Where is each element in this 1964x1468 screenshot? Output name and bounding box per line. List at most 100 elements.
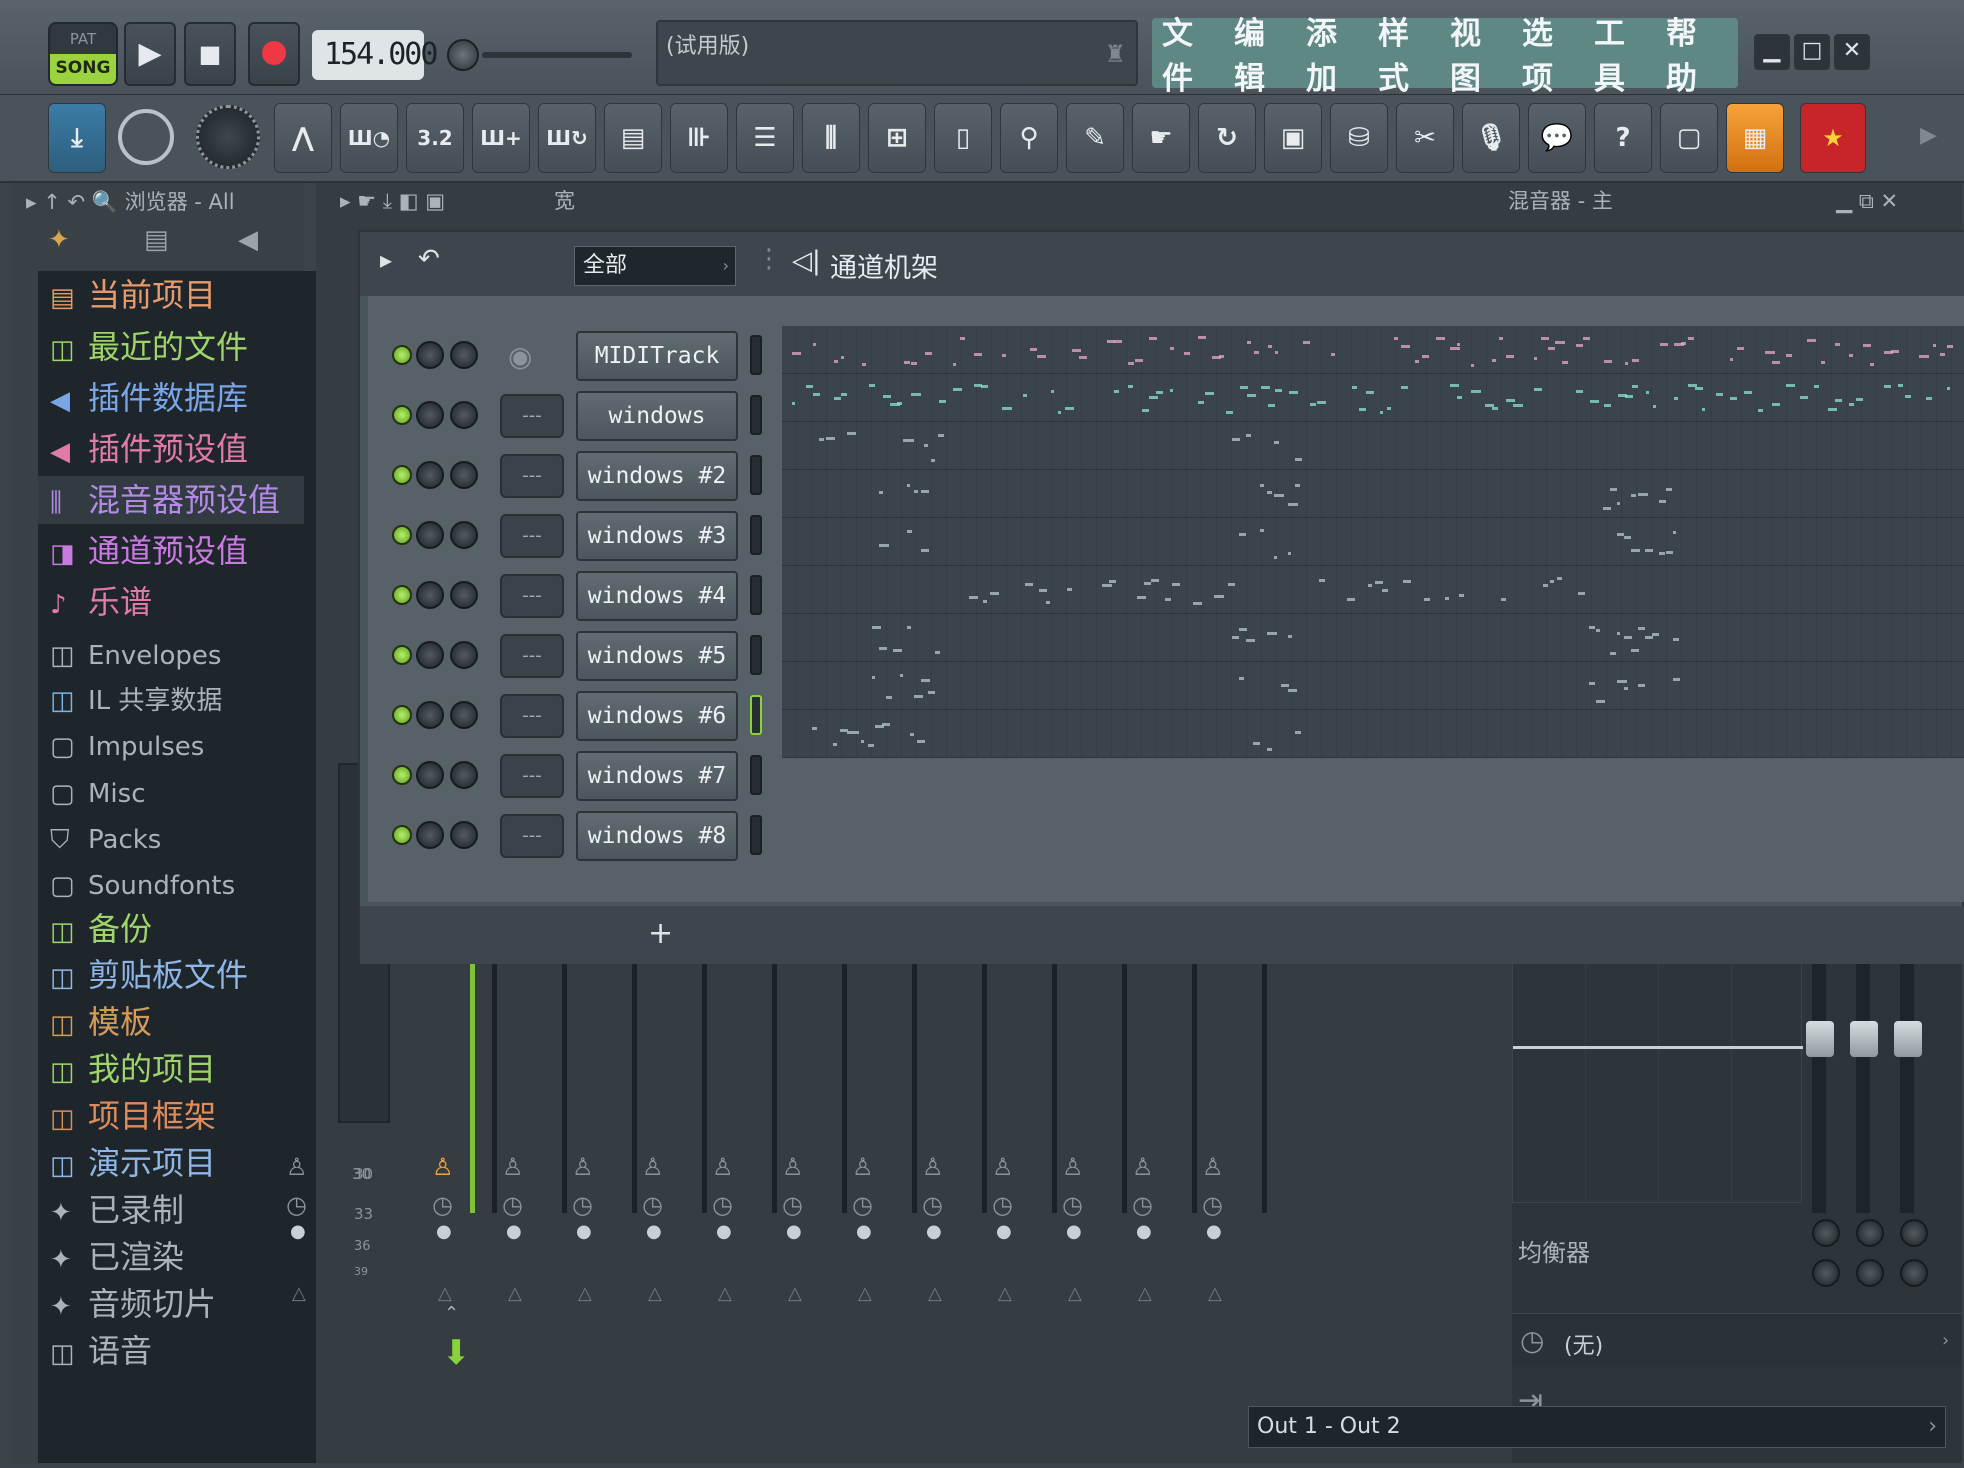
metronome-button[interactable]: ⋀ [274,103,332,173]
piano-roll-button[interactable]: ⊪ [670,103,728,173]
playlist-button[interactable]: ▤ [604,103,662,173]
main-volume-knob[interactable] [196,105,260,169]
minimize-button[interactable]: ▁ [1754,34,1790,70]
channel-mute-led[interactable] [392,465,412,485]
browser-item[interactable]: ✦ 音频切片 [50,1280,216,1328]
eq-band-fader-2[interactable] [1856,953,1870,1213]
channel-note-preview-row[interactable] [782,326,1964,374]
mixer-send-arrow-icon[interactable]: △ [438,1283,452,1304]
mixer-send-arrow-icon[interactable]: △ [292,1283,306,1304]
mixer-send-arrow-icon[interactable]: △ [578,1283,592,1304]
mixer-fader-track[interactable] [1262,963,1267,1213]
clock-icon[interactable]: ◷ [922,1191,943,1219]
mixer-send-arrow-icon[interactable]: △ [1208,1283,1222,1304]
browser-item[interactable]: ◫ Envelopes [50,629,221,677]
mixer-track-strip[interactable]: ♙ ◷ ● △ [502,963,572,1363]
mixer-enable-icon[interactable]: ♙ [642,1153,664,1181]
channel-piano-roll-preview[interactable] [782,326,1964,758]
chat-button[interactable]: 💬 [1528,103,1586,173]
menu-patterns[interactable]: 样式 [1378,8,1432,98]
browser-item[interactable]: ⛉ Packs [50,813,161,861]
eq-fader-handle[interactable] [1850,1021,1878,1057]
plugin-picker-button[interactable]: ⊞ [868,103,926,173]
channel-volume-knob[interactable] [450,461,478,489]
channel-mute-led[interactable] [392,645,412,665]
channel-pan-knob[interactable] [416,761,444,789]
undo-icon[interactable]: ↶ [418,244,440,274]
rack-options-icon[interactable]: ▸ [380,246,392,274]
mixer-send-arrow-icon[interactable]: △ [858,1283,872,1304]
browser-item[interactable]: ◨ 通道预设值 [50,527,248,575]
mixer-track-strip[interactable]: ♙ ◷ ● △ [992,963,1062,1363]
mixer-send-arrow-icon[interactable]: △ [648,1283,662,1304]
eq-mid-knob[interactable] [1856,1219,1884,1247]
window-button[interactable]: ▢ [1660,103,1718,173]
clock-icon[interactable]: ◷ [992,1191,1013,1219]
mixer-fader-track[interactable] [1122,963,1127,1213]
mixer-track-strip[interactable]: ♙ ◷ ● △ [1202,963,1272,1363]
templates-button[interactable]: ▯ [934,103,992,173]
channel-note-preview-row[interactable] [782,374,1964,422]
clock-icon[interactable]: ◷ [286,1191,307,1219]
channel-pan-knob[interactable] [416,821,444,849]
mixer-route-dot[interactable]: ● [1206,1221,1222,1242]
link-button[interactable]: ☛ [1132,103,1190,173]
channel-note-preview-row[interactable] [782,710,1964,758]
channel-select-bar[interactable] [750,695,762,735]
channel-select-bar[interactable] [750,575,762,615]
mixer-enable-icon[interactable]: ♙ [1132,1153,1154,1181]
mixer-track-strip[interactable]: ♙ ◷ ● △ [1132,963,1202,1363]
mixer-track-strip[interactable]: ♙ ◷ ● △ [432,963,502,1363]
channel-name-button[interactable]: windows #6 [576,691,738,741]
channel-mute-led[interactable] [392,705,412,725]
browser-item[interactable]: ♪ 乐谱 [50,578,152,626]
browser-item[interactable]: ▤ 当前项目 [50,271,216,319]
channel-mixer-track-select[interactable]: --- [500,754,564,798]
eq-fader-handle[interactable] [1806,1021,1834,1057]
browser-item[interactable]: ◫ 备份 [50,905,152,953]
channel-volume-knob[interactable] [450,761,478,789]
clock-icon[interactable]: ◷ [712,1191,733,1219]
mixer-enable-icon[interactable]: ♙ [852,1153,874,1181]
browser-item[interactable]: ◫ 剪贴板文件 [50,951,248,999]
clock-icon[interactable]: ◷ [852,1191,873,1219]
browser-item[interactable]: ▢ Impulses [50,720,204,768]
eq-mid-width-knob[interactable] [1856,1259,1884,1287]
channel-mixer-track-select[interactable]: --- [500,694,564,738]
pen-button[interactable]: ✎ [1066,103,1124,173]
channel-volume-knob[interactable] [450,701,478,729]
arrow-down-icon[interactable]: ⬇ [442,1333,471,1373]
maximize-button[interactable]: □ [1794,34,1830,70]
channel-mixer-track-select[interactable]: --- [500,634,564,678]
mixer-send-arrow-icon[interactable]: △ [998,1283,1012,1304]
menu-options[interactable]: 选项 [1522,8,1576,98]
channel-mute-led[interactable] [392,825,412,845]
channel-volume-knob[interactable] [450,581,478,609]
mixer-enable-icon[interactable]: ♙ [992,1153,1014,1181]
channel-name-button[interactable]: windows #7 [576,751,738,801]
tempo-tap-button[interactable]: Ш◔ [340,103,398,173]
browser-item[interactable]: ◫ 演示项目 [50,1139,216,1187]
mixer-track-strip[interactable]: ♙ ◷ ● △ [782,963,852,1363]
record-audio-button[interactable]: 🎙 [1462,103,1520,173]
record-button[interactable] [248,22,300,86]
language-flag-button[interactable]: ★ [1800,103,1866,173]
channel-mixer-track-select[interactable]: --- [500,454,564,498]
mixer-enable-icon[interactable]: ♙ [1202,1153,1224,1181]
mixer-enable-icon[interactable]: ♙ [286,1153,308,1181]
channel-note-preview-row[interactable] [782,470,1964,518]
mixer-send-arrow-icon[interactable]: △ [1068,1283,1082,1304]
channel-name-button[interactable]: windows #8 [576,811,738,861]
channel-note-preview-row[interactable] [782,614,1964,662]
clock-icon[interactable]: ◷ [642,1191,663,1219]
mixer-route-dot[interactable]: ● [576,1221,592,1242]
eq-band-fader-3[interactable] [1900,953,1914,1213]
master-pitch-knob[interactable] [447,39,479,71]
typing-keyboard-button[interactable]: ▦ [1726,103,1784,173]
mixer-track-strip[interactable]: ♙ ◷ ● △ [286,963,356,1363]
menu-edit[interactable]: 编辑 [1234,8,1288,98]
mixer-send-arrow-icon[interactable]: △ [788,1283,802,1304]
channel-mute-led[interactable] [392,405,412,425]
eq-low-knob[interactable] [1812,1219,1840,1247]
browser-item[interactable]: ✦ 已渲染 [50,1233,184,1281]
